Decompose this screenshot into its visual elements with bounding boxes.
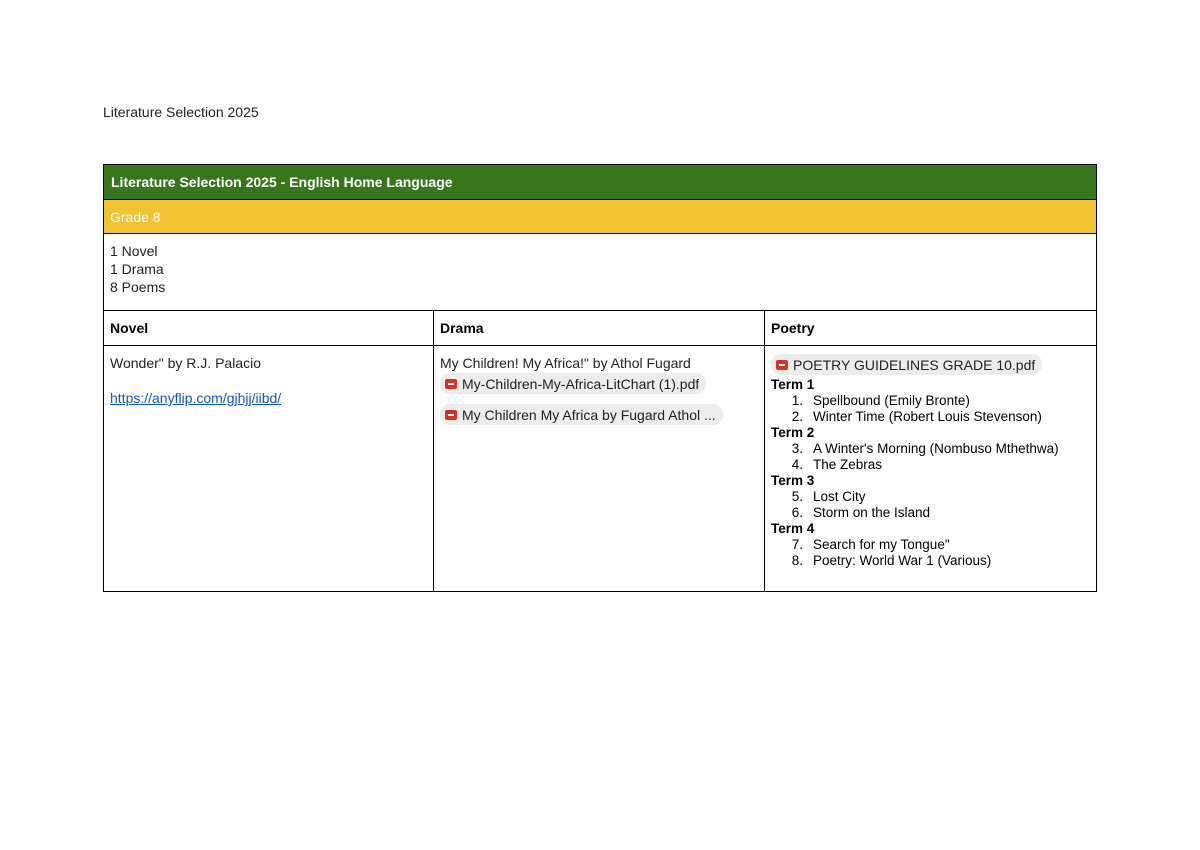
list-item: 5. Lost City [771, 489, 1090, 505]
summary-row: 1 Novel 1 Drama 8 Poems [102, 233, 1098, 311]
poem-title: Spellbound (Emily Bronte) [813, 393, 970, 408]
term-label-3: Term 3 [771, 473, 815, 488]
drama-title: My Children! My Africa!" by Athol Fugard [440, 355, 691, 371]
list-item: 2. Winter Time (Robert Louis Stevenson) [771, 409, 1090, 425]
summary-drama: 1 Drama [110, 261, 164, 277]
drama-cell: My Children! My Africa!" by Athol Fugard… [433, 345, 765, 592]
grade-row: Grade 8 [102, 199, 1098, 234]
poetry-cell: POETRY GUIDELINES GRADE 10.pdf Term 1 1.… [763, 345, 1098, 592]
pdf-icon [445, 409, 457, 420]
pdf-icon [445, 378, 457, 389]
poem-number: 2. [791, 409, 803, 424]
grade-label: Grade 8 [102, 199, 1098, 234]
novel-title: Wonder" by R.J. Palacio [110, 355, 261, 371]
pdf-icon [776, 359, 788, 370]
poem-number: 4. [791, 457, 803, 472]
drama-file-chip-1[interactable]: My-Children-My-Africa-LitChart (1).pdf [440, 373, 707, 394]
list-item: 4. The Zebras [771, 457, 1090, 473]
document-title: Literature Selection 2025 [103, 104, 259, 120]
list-item: 7. Search for my Tongue" [771, 537, 1090, 553]
list-item: 1. Spellbound (Emily Bronte) [771, 393, 1090, 409]
column-novel: Novel [103, 310, 434, 346]
poem-number: 1. [791, 393, 803, 408]
list-item: 3. A Winter's Morning (Nombuso Mthethwa) [771, 441, 1090, 457]
poem-title: A Winter's Morning (Nombuso Mthethwa) [813, 441, 1059, 456]
poem-title: Storm on the Island [813, 505, 931, 520]
table-header: Literature Selection 2025 - English Home… [102, 164, 1098, 200]
poetry-file-chip[interactable]: POETRY GUIDELINES GRADE 10.pdf [771, 354, 1043, 375]
drama-file-name-1: My-Children-My-Africa-LitChart (1).pdf [462, 375, 700, 392]
poem-number: 7. [791, 537, 803, 552]
poem-number: 8. [791, 553, 803, 568]
poem-title: The Zebras [813, 457, 883, 472]
poetry-file-name: POETRY GUIDELINES GRADE 10.pdf [793, 356, 1036, 373]
list-item: 6. Storm on the Island [771, 505, 1090, 521]
column-poetry: Poetry [763, 310, 1098, 346]
literature-table: Literature Selection 2025 - English Home… [102, 164, 1098, 592]
term-label-1: Term 1 [771, 377, 815, 392]
poem-title: Poetry: World War 1 (Various) [813, 553, 992, 568]
term-label-4: Term 4 [771, 521, 815, 536]
summary-poems: 8 Poems [110, 279, 166, 295]
column-drama: Drama [433, 310, 765, 346]
poem-number: 5. [791, 489, 803, 504]
poem-title: Lost City [813, 489, 866, 504]
novel-cell: Wonder" by R.J. Palacio https://anyflip.… [103, 345, 434, 592]
column-header-row: Novel Drama Poetry [103, 310, 1098, 346]
list-item: 8. Poetry: World War 1 (Various) [771, 553, 1090, 569]
content-row: Wonder" by R.J. Palacio https://anyflip.… [103, 345, 1098, 592]
poem-title: Winter Time (Robert Louis Stevenson) [813, 409, 1042, 424]
table-header-row: Literature Selection 2025 - English Home… [102, 164, 1098, 200]
drama-file-chip-2[interactable]: My Children My Africa by Fugard Athol ..… [440, 404, 723, 425]
drama-file-name-2: My Children My Africa by Fugard Athol ..… [462, 406, 716, 423]
poem-title: Search for my Tongue" [813, 537, 950, 552]
term-label-2: Term 2 [771, 425, 815, 440]
novel-link[interactable]: https://anyflip.com/gjhjj/iibd/ [110, 390, 281, 406]
summary-novel: 1 Novel [110, 243, 158, 259]
summary-cell: 1 Novel 1 Drama 8 Poems [102, 233, 1098, 311]
poem-number: 3. [791, 441, 803, 456]
poem-number: 6. [791, 505, 803, 520]
